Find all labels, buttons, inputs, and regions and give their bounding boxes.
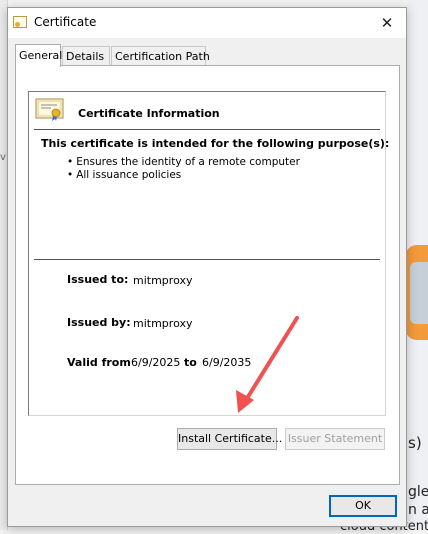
info-heading: Certificate Information: [78, 107, 220, 120]
install-certificate-button[interactable]: Install Certificate...: [177, 428, 282, 450]
certificate-dialog: Certificate ✕ General Details Certificat…: [7, 7, 407, 527]
certificate-ribbon-icon: [35, 98, 64, 121]
title-bar: Certificate ✕: [8, 8, 406, 38]
certificate-info-frame: Certificate Information This certificate…: [28, 91, 390, 416]
issued-to-value: mitmproxy: [133, 274, 193, 287]
issued-to-label: Issued to:: [67, 273, 129, 286]
background-text: n ar: [408, 502, 428, 518]
list-item: All issuance policies: [67, 169, 300, 182]
valid-from-value: 6/9/2025: [131, 356, 181, 369]
background-text: gle: [408, 484, 428, 500]
background-graphic-inner: [410, 262, 428, 324]
close-icon[interactable]: ✕: [374, 10, 400, 36]
tab-general[interactable]: General: [15, 44, 62, 67]
valid-to-value: 6/9/2035: [202, 356, 252, 369]
background-text: s): [408, 434, 422, 452]
purpose-list: Ensures the identity of a remote compute…: [67, 156, 300, 182]
purpose-divider: [34, 259, 380, 260]
ok-button[interactable]: OK: [329, 495, 397, 517]
certificate-icon: [13, 16, 27, 28]
list-item: Ensures the identity of a remote compute…: [67, 156, 300, 169]
issued-by-label: Issued by:: [67, 316, 131, 329]
tab-certification-path[interactable]: Certification Path: [111, 46, 210, 66]
valid-from-label: Valid from: [67, 356, 131, 369]
heading-divider: [34, 129, 380, 130]
background-left-chevron: v: [0, 152, 6, 163]
issuer-statement-button[interactable]: Issuer Statement: [285, 428, 385, 450]
tab-details[interactable]: Details: [62, 46, 110, 66]
purpose-title: This certificate is intended for the fol…: [41, 137, 390, 150]
window-title: Certificate: [34, 15, 97, 29]
general-tab-panel: Certificate Information This certificate…: [15, 65, 400, 485]
valid-to-label: to: [184, 356, 197, 369]
issued-by-value: mitmproxy: [133, 317, 193, 330]
